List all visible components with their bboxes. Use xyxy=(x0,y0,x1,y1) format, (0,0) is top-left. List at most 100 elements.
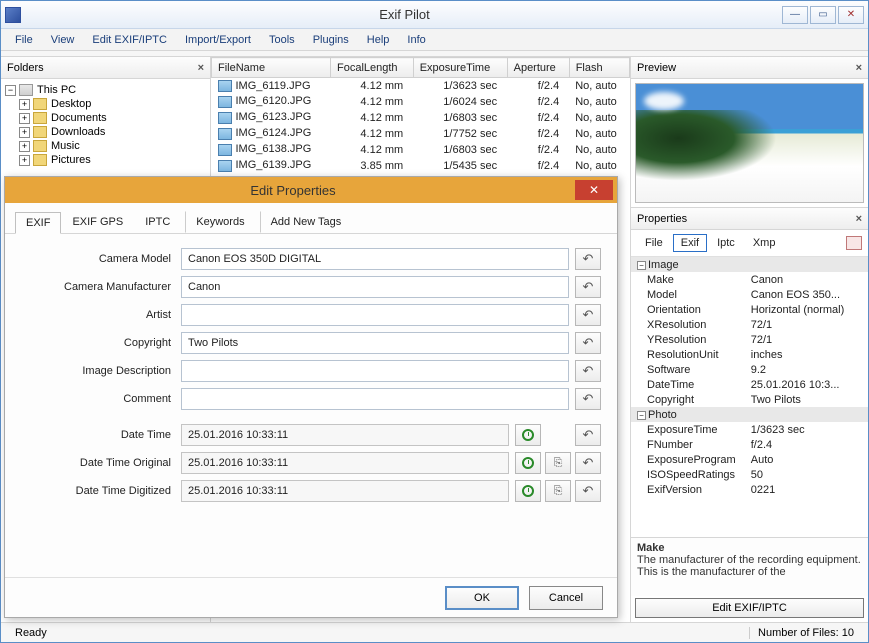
undo-button[interactable]: ↶ xyxy=(575,360,601,382)
undo-button[interactable]: ↶ xyxy=(575,424,601,446)
input-date-time[interactable] xyxy=(181,424,509,446)
menu-info[interactable]: Info xyxy=(399,32,433,48)
undo-button[interactable]: ↶ xyxy=(575,276,601,298)
col-flash[interactable]: Flash xyxy=(569,58,629,78)
cancel-button[interactable]: Cancel xyxy=(529,586,603,610)
minimize-button[interactable]: — xyxy=(782,6,808,24)
property-row[interactable]: ExposureProgramAuto xyxy=(631,452,868,467)
property-group[interactable]: −Photo xyxy=(631,407,868,422)
preview-close-icon[interactable]: × xyxy=(856,62,862,74)
table-row[interactable]: IMG_6123.JPG4.12 mm1/6803 secf/2.4No, au… xyxy=(212,110,630,126)
tree-root[interactable]: −This PC xyxy=(5,83,206,97)
input-date-time-original[interactable] xyxy=(181,452,509,474)
menu-view[interactable]: View xyxy=(43,32,83,48)
property-row[interactable]: XResolution72/1 xyxy=(631,317,868,332)
input-camera-model[interactable] xyxy=(181,248,569,270)
preview-header: Preview × xyxy=(631,57,868,79)
property-row[interactable]: ISOSpeedRatings50 xyxy=(631,467,868,482)
ok-button[interactable]: OK xyxy=(445,586,519,610)
input-image-description[interactable] xyxy=(181,360,569,382)
menu-edit-exif-iptc[interactable]: Edit EXIF/IPTC xyxy=(84,32,175,48)
property-row[interactable]: Software9.2 xyxy=(631,362,868,377)
property-row[interactable]: CopyrightTwo Pilots xyxy=(631,392,868,407)
dtab-keywords[interactable]: Keywords xyxy=(185,211,255,233)
ptab-xmp[interactable]: Xmp xyxy=(745,234,784,252)
table-row[interactable]: IMG_6120.JPG4.12 mm1/6024 secf/2.4No, au… xyxy=(212,94,630,110)
info-key: Make xyxy=(637,542,665,554)
col-focallength[interactable]: FocalLength xyxy=(331,58,414,78)
table-row[interactable]: IMG_6138.JPG4.12 mm1/6803 secf/2.4No, au… xyxy=(212,142,630,158)
collapse-icon[interactable]: − xyxy=(5,85,16,96)
table-row[interactable]: IMG_6124.JPG4.12 mm1/7752 secf/2.4No, au… xyxy=(212,126,630,142)
clock-button[interactable] xyxy=(515,424,541,446)
collapse-icon[interactable]: − xyxy=(637,261,646,270)
edit-exif-iptc-button[interactable]: Edit EXIF/IPTC xyxy=(635,598,864,618)
tree-item-pictures[interactable]: +Pictures xyxy=(5,153,206,167)
ptab-file[interactable]: File xyxy=(637,234,671,252)
table-row[interactable]: IMG_6119.JPG4.12 mm1/3623 secf/2.4No, au… xyxy=(212,78,630,94)
input-copyright[interactable] xyxy=(181,332,569,354)
dtab-iptc[interactable]: IPTC xyxy=(134,211,181,233)
undo-button[interactable]: ↶ xyxy=(575,304,601,326)
clock-button[interactable] xyxy=(515,480,541,502)
undo-button[interactable]: ↶ xyxy=(575,480,601,502)
input-camera-manufacturer[interactable] xyxy=(181,276,569,298)
table-row[interactable]: IMG_6139.JPG3.85 mm1/5435 secf/2.4No, au… xyxy=(212,158,630,174)
undo-button[interactable]: ↶ xyxy=(575,332,601,354)
undo-icon: ↶ xyxy=(583,279,594,295)
folders-close-icon[interactable]: × xyxy=(198,62,204,74)
status-left: Ready xyxy=(7,627,55,639)
ptab-exif[interactable]: Exif xyxy=(673,234,707,252)
menu-file[interactable]: File xyxy=(7,32,41,48)
undo-button[interactable]: ↶ xyxy=(575,248,601,270)
menu-import-export[interactable]: Import/Export xyxy=(177,32,259,48)
col-filename[interactable]: FileName xyxy=(212,58,331,78)
dtab-add-new-tags[interactable]: Add New Tags xyxy=(260,211,353,233)
tree-item-downloads[interactable]: +Downloads xyxy=(5,125,206,139)
copy-button[interactable]: ⎘ xyxy=(545,480,571,502)
tree-item-desktop[interactable]: +Desktop xyxy=(5,97,206,111)
property-row[interactable]: YResolution72/1 xyxy=(631,332,868,347)
ptab-iptc[interactable]: Iptc xyxy=(709,234,743,252)
input-artist[interactable] xyxy=(181,304,569,326)
property-row[interactable]: DateTime25.01.2016 10:3... xyxy=(631,377,868,392)
property-row[interactable]: ModelCanon EOS 350... xyxy=(631,287,868,302)
property-group[interactable]: −Image xyxy=(631,257,868,272)
property-row[interactable]: OrientationHorizontal (normal) xyxy=(631,302,868,317)
lab-image-description: Image Description xyxy=(21,365,181,377)
copy-button[interactable]: ⎘ xyxy=(545,452,571,474)
property-row[interactable]: MakeCanon xyxy=(631,272,868,287)
close-button[interactable]: ✕ xyxy=(838,6,864,24)
input-comment[interactable] xyxy=(181,388,569,410)
property-row[interactable]: ExifVersion0221 xyxy=(631,482,868,497)
folders-header: Folders × xyxy=(1,57,210,79)
input-date-time-digitized[interactable] xyxy=(181,480,509,502)
dtab-exif[interactable]: EXIF xyxy=(15,212,61,234)
menu-help[interactable]: Help xyxy=(359,32,398,48)
clock-button[interactable] xyxy=(515,452,541,474)
expand-icon[interactable]: + xyxy=(19,99,30,110)
tree-item-music[interactable]: +Music xyxy=(5,139,206,153)
property-row[interactable]: ExposureTime1/3623 sec xyxy=(631,422,868,437)
undo-button[interactable]: ↶ xyxy=(575,452,601,474)
menu-plugins[interactable]: Plugins xyxy=(305,32,357,48)
expand-icon[interactable]: + xyxy=(19,127,30,138)
property-row[interactable]: ResolutionUnitinches xyxy=(631,347,868,362)
undo-button[interactable]: ↶ xyxy=(575,388,601,410)
tree-item-documents[interactable]: +Documents xyxy=(5,111,206,125)
properties-close-icon[interactable]: × xyxy=(856,213,862,225)
app-icon xyxy=(5,7,21,23)
expand-icon[interactable]: + xyxy=(19,113,30,124)
expand-icon[interactable]: + xyxy=(19,155,30,166)
property-row[interactable]: FNumberf/2.4 xyxy=(631,437,868,452)
col-aperture[interactable]: Aperture xyxy=(507,58,569,78)
expand-icon[interactable]: + xyxy=(19,141,30,152)
collapse-icon[interactable]: − xyxy=(637,411,646,420)
properties-config-icon[interactable] xyxy=(846,236,862,250)
dialog-close-button[interactable]: ✕ xyxy=(575,180,613,200)
properties-body[interactable]: −ImageMakeCanonModelCanon EOS 350...Orie… xyxy=(631,257,868,538)
menu-tools[interactable]: Tools xyxy=(261,32,303,48)
col-exposuretime[interactable]: ExposureTime xyxy=(413,58,507,78)
dtab-exif-gps[interactable]: EXIF GPS xyxy=(61,211,134,233)
maximize-button[interactable]: ▭ xyxy=(810,6,836,24)
